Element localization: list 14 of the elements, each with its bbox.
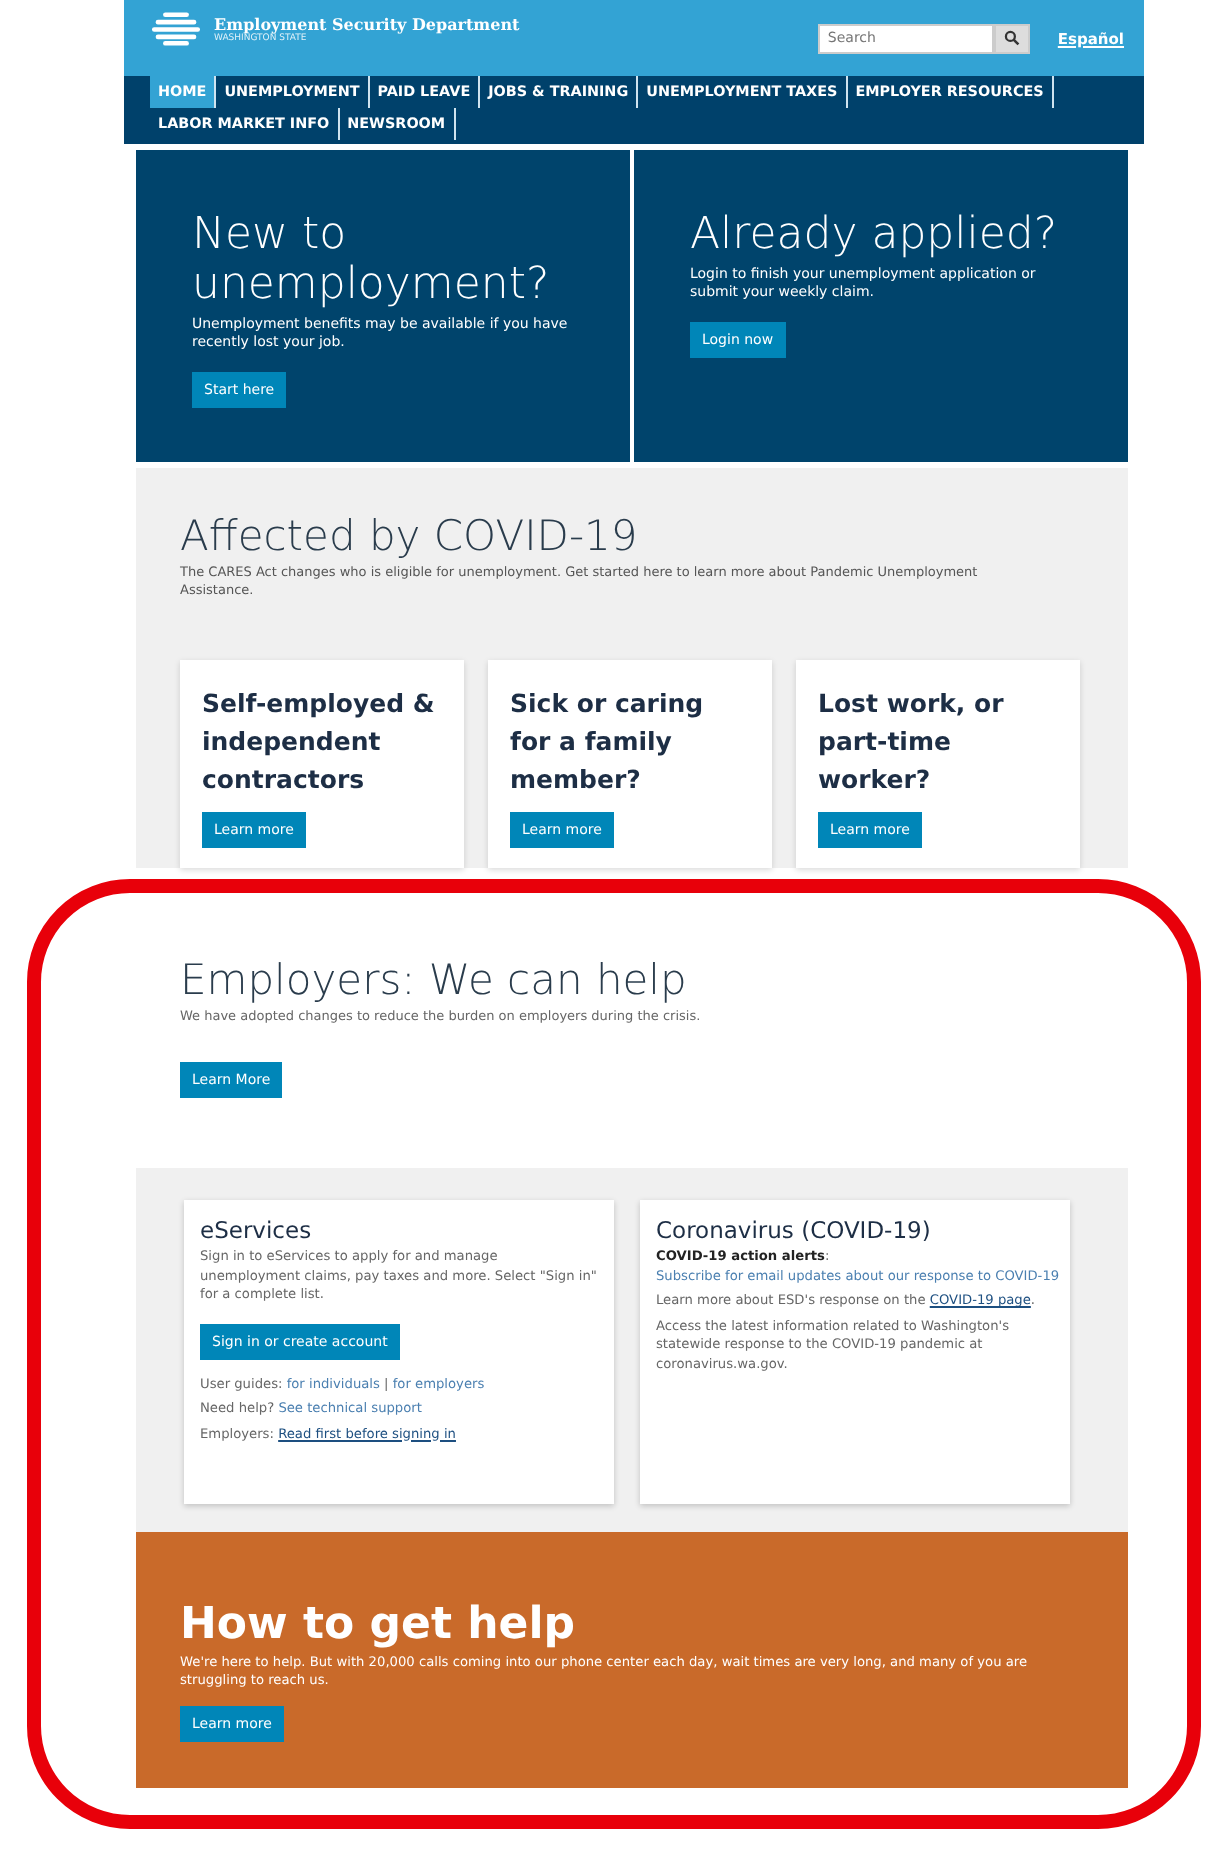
search-icon [1003, 30, 1020, 46]
org-name: Employment Security Department [214, 14, 520, 34]
help-title: How to get help [180, 1600, 578, 1650]
hero-title: Already applied? [690, 210, 1060, 260]
section-title: Employers: We can help [180, 956, 689, 1004]
section-title: Affected by COVID-19 [180, 512, 640, 560]
card-title: Sick or caring for a family member? [510, 686, 706, 798]
search-button[interactable] [993, 23, 1030, 53]
card-title: Coronavirus (COVID-19) [656, 1216, 933, 1244]
logo-icon [152, 12, 200, 46]
card-title: eServices [200, 1216, 314, 1244]
hero-title: New to unemployment? [192, 210, 552, 310]
card-title: Lost work, or part-time worker? [818, 686, 1006, 798]
card-title: Self-employed & independent contractors [202, 686, 437, 798]
